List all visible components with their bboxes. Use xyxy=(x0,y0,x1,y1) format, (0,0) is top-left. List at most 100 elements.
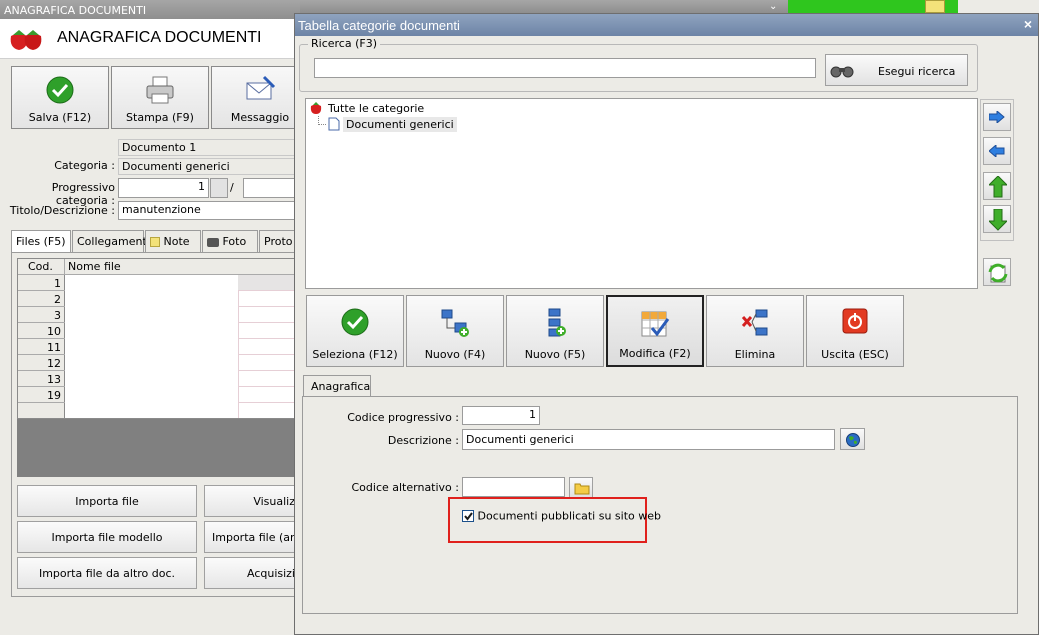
checkmark-icon xyxy=(464,512,473,521)
table-row[interactable]: 3 xyxy=(18,307,301,323)
publish-web-checkbox[interactable]: Documenti pubblicati su sito web xyxy=(462,509,661,523)
bg-window-titlebar: ANAGRAFICA DOCUMENTI xyxy=(0,0,300,19)
col-code-header: Cod. xyxy=(28,260,53,273)
bg-header: ANAGRAFICA DOCUMENTI xyxy=(0,19,300,59)
folder-icon xyxy=(574,483,590,495)
new-child-button[interactable]: Nuovo (F5) xyxy=(506,295,604,367)
tab-notes[interactable]: Note xyxy=(145,230,201,252)
edit-button[interactable]: Modifica (F2) xyxy=(606,295,704,367)
category-field: Documenti generici xyxy=(118,158,298,175)
arrow-up-icon xyxy=(989,176,1007,198)
tab-protocol-label: Proto xyxy=(264,235,293,248)
progressive-separator: / xyxy=(230,181,234,194)
import-template-button[interactable]: Importa file modello xyxy=(17,521,197,553)
search-legend: Ricerca (F3) xyxy=(308,37,380,50)
tab-links[interactable]: Collegamenti xyxy=(72,230,150,252)
globe-button[interactable] xyxy=(840,428,865,450)
tab-photos-label: Foto xyxy=(222,235,247,248)
folder-button[interactable] xyxy=(569,477,593,498)
files-preview-area xyxy=(17,419,300,477)
camera-icon xyxy=(207,237,219,247)
move-left-button[interactable] xyxy=(983,137,1011,165)
exit-button[interactable]: Uscita (ESC) xyxy=(806,295,904,367)
tab-photos[interactable]: Foto xyxy=(202,230,258,252)
code-field[interactable]: 1 xyxy=(462,406,540,425)
new-child-label: Nuovo (F5) xyxy=(524,348,586,361)
view-button[interactable]: Visualiz xyxy=(204,485,300,517)
new-child-icon xyxy=(548,308,566,337)
search-input[interactable] xyxy=(314,58,816,78)
description-field[interactable]: Documenti generici xyxy=(462,429,835,450)
background-window: ANAGRAFICA DOCUMENTI ANAGRAFICA DOCUMENT… xyxy=(0,0,309,635)
alt-code-label: Codice alternativo : xyxy=(351,481,460,494)
delete-label: Elimina xyxy=(734,348,776,361)
strawberry-icon xyxy=(310,102,322,114)
new-node-button[interactable]: Nuovo (F4) xyxy=(406,295,504,367)
tab-links-label: Collegamenti xyxy=(77,235,150,248)
row-code: 13 xyxy=(47,373,61,386)
print-button[interactable]: Stampa (F9) xyxy=(111,66,209,129)
row-code: 11 xyxy=(47,341,61,354)
description-label: Descrizione : xyxy=(387,434,459,447)
save-button[interactable]: Salva (F12) xyxy=(11,66,109,129)
publish-web-label: Documenti pubblicati su sito web xyxy=(477,509,662,523)
move-up-button[interactable] xyxy=(983,172,1011,200)
import-other-doc-button[interactable]: Importa file da altro doc. xyxy=(17,557,197,589)
refresh-icon xyxy=(988,263,1008,283)
bg-window-title: ANAGRAFICA DOCUMENTI xyxy=(4,4,147,17)
delete-button[interactable]: Elimina xyxy=(706,295,804,367)
row-code: 10 xyxy=(47,325,61,338)
exit-icon xyxy=(842,308,868,334)
col-filename-header: Nome file xyxy=(68,260,121,273)
dialog-title: Tabella categorie documenti xyxy=(298,18,460,33)
row-code: 19 xyxy=(47,389,61,402)
category-tree: Tutte le categorie Documenti generici xyxy=(305,98,978,289)
new-node-icon xyxy=(441,309,469,337)
table-row[interactable]: 11 xyxy=(18,339,301,355)
new-node-label: Nuovo (F4) xyxy=(424,348,486,361)
refresh-button[interactable] xyxy=(983,258,1011,286)
document-icon xyxy=(328,117,340,131)
title-field[interactable]: manutenzione xyxy=(118,201,298,220)
move-down-button[interactable] xyxy=(983,205,1011,233)
tree-root[interactable]: Tutte le categorie xyxy=(328,102,424,115)
delete-node-icon xyxy=(741,309,768,336)
tab-anagrafica[interactable]: Anagrafica xyxy=(303,375,371,397)
files-table-header: Cod. Nome file xyxy=(18,259,301,275)
select-button[interactable]: Seleziona (F12) xyxy=(306,295,404,367)
progressive-year-field[interactable] xyxy=(243,178,295,198)
tab-files[interactable]: Files (F5) xyxy=(11,230,71,252)
table-row[interactable]: 19 xyxy=(18,387,301,403)
table-row[interactable]: 12 xyxy=(18,355,301,371)
table-row[interactable]: 2 xyxy=(18,291,301,307)
globe-icon xyxy=(846,433,860,447)
import-file-an-button[interactable]: Importa file (an xyxy=(204,521,300,553)
move-right-button[interactable] xyxy=(983,103,1011,131)
close-icon[interactable]: × xyxy=(1024,16,1032,32)
acquire-button[interactable]: Acquisizi xyxy=(204,557,300,589)
progressive-field[interactable]: 1 xyxy=(118,178,209,198)
row-code: 12 xyxy=(47,357,61,370)
progressive-picker-button[interactable] xyxy=(210,178,228,198)
search-button-label: Esegui ricerca xyxy=(878,65,956,78)
table-row[interactable]: 10 xyxy=(18,323,301,339)
categories-dialog: Tabella categorie documenti × Ricerca (F… xyxy=(294,13,1039,635)
edit-label: Modifica (F2) xyxy=(619,347,691,360)
category-label: Categoria : xyxy=(54,159,115,172)
document-field: Documento 1 xyxy=(118,139,298,156)
tab-files-label: Files (F5) xyxy=(16,235,66,248)
print-label: Stampa (F9) xyxy=(126,111,194,124)
check-icon xyxy=(341,308,369,336)
publish-web-check[interactable] xyxy=(462,510,474,522)
chevron-down-icon: ⌄ xyxy=(769,1,778,12)
row-code: 2 xyxy=(54,293,61,306)
tree-node-documenti-generici[interactable]: Documenti generici xyxy=(343,117,457,132)
files-table: Cod. Nome file 1 2 3 10 11 12 13 19 xyxy=(17,258,301,419)
row-code: 3 xyxy=(54,309,61,322)
table-row[interactable]: 13 xyxy=(18,371,301,387)
printer-icon xyxy=(146,76,174,104)
table-row[interactable]: 1 xyxy=(18,275,301,291)
alt-code-field[interactable] xyxy=(462,477,565,497)
import-file-button[interactable]: Importa file xyxy=(17,485,197,517)
search-button[interactable]: Esegui ricerca xyxy=(825,54,968,86)
